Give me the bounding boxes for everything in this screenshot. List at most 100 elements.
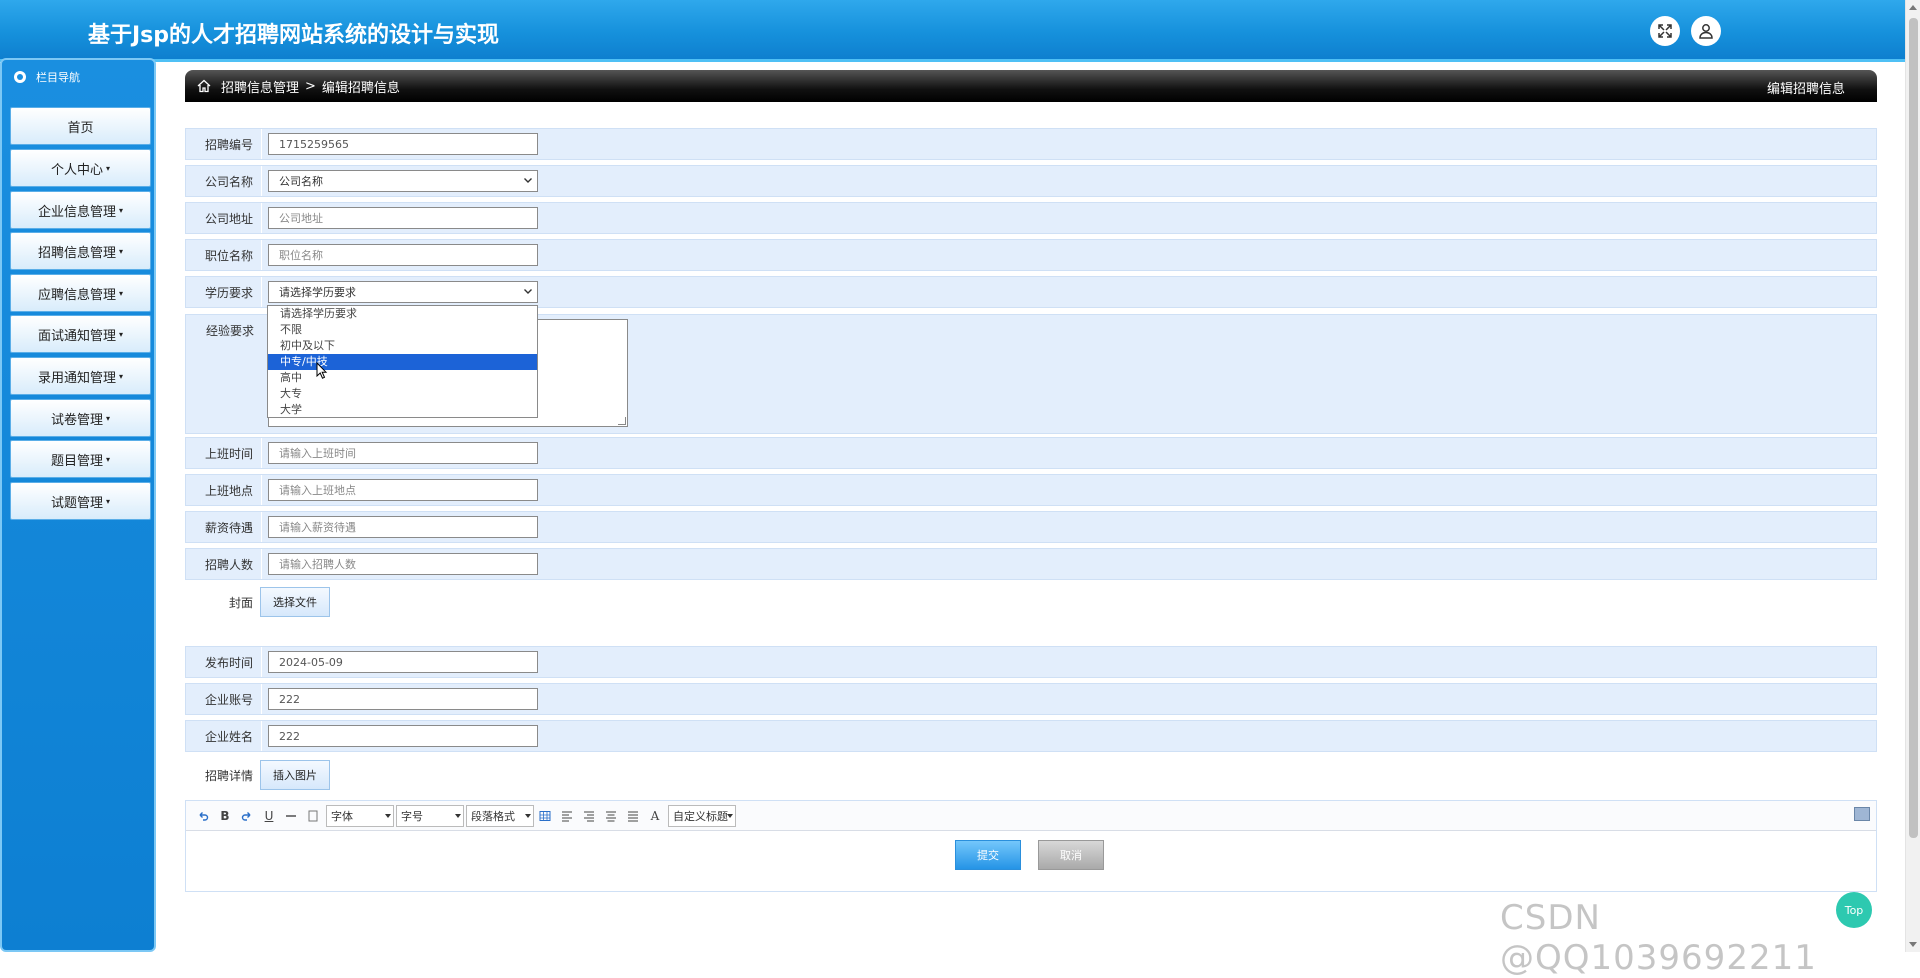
custom-title-select[interactable]: 自定义标题	[668, 804, 736, 827]
align-justify-icon[interactable]	[624, 807, 642, 825]
company-account-input[interactable]: 222	[268, 688, 538, 710]
underline-icon[interactable]: U	[260, 807, 278, 825]
education-select[interactable]: 请选择学历要求	[268, 281, 538, 303]
scrollbar-thumb[interactable]	[1909, 18, 1918, 838]
form-row-company-addr: 公司地址 公司地址	[185, 202, 1877, 234]
education-label: 学历要求	[186, 277, 262, 307]
form-row-salary: 薪资待遇 请输入薪资待遇	[185, 511, 1877, 543]
dropdown-option[interactable]: 大专	[268, 386, 537, 402]
sidebar-item-personal[interactable]: 个人中心 ▾	[10, 149, 151, 187]
mouse-cursor-icon	[316, 362, 328, 379]
editor-toolbar: B U 字体 字号 段落格式 A 自定义标题	[186, 801, 1876, 831]
document-icon[interactable]	[304, 807, 322, 825]
table-icon[interactable]	[536, 807, 554, 825]
caret-down-icon: ▾	[106, 496, 111, 506]
chevron-down-icon	[455, 813, 461, 818]
app-title: 基于Jsp的人才招聘网站系统的设计与实现	[88, 23, 500, 48]
sidebar-item-exam[interactable]: 试题管理 ▾	[10, 482, 151, 520]
breadcrumb-section[interactable]: 招聘信息管理	[221, 77, 299, 96]
education-dropdown-list[interactable]: 请选择学历要求 不限 初中及以下 中专/中技 高中 大专 大学	[267, 305, 538, 418]
vertical-scrollbar[interactable]	[1905, 0, 1920, 952]
page-title: 编辑招聘信息	[1766, 82, 1845, 97]
recruit-no-input[interactable]: 1715259565	[268, 133, 538, 155]
sidebar-item-question[interactable]: 题目管理 ▾	[10, 440, 151, 478]
form-row-company-person: 企业姓名 222	[185, 720, 1877, 752]
caret-down-icon: ▾	[106, 454, 111, 464]
choose-file-button[interactable]: 选择文件	[260, 587, 330, 617]
salary-label: 薪资待遇	[186, 512, 262, 542]
dropdown-option-highlighted[interactable]: 中专/中技	[268, 354, 537, 370]
company-name-select[interactable]: 公司名称	[268, 170, 538, 192]
rich-text-editor: B U 字体 字号 段落格式 A 自定义标题	[185, 800, 1877, 892]
user-button[interactable]	[1691, 16, 1721, 46]
align-right-icon[interactable]	[580, 807, 598, 825]
cover-label: 封面	[228, 595, 253, 610]
paragraph-format-select[interactable]: 段落格式	[466, 804, 534, 827]
caret-down-icon: ▾	[119, 371, 124, 381]
company-name-label: 公司名称	[186, 166, 262, 196]
align-left-icon[interactable]	[558, 807, 576, 825]
submit-button[interactable]: 提交	[955, 840, 1021, 870]
sidebar-item-paper[interactable]: 试卷管理 ▾	[10, 399, 151, 437]
chevron-down-icon	[524, 178, 532, 183]
sidebar-item-hire[interactable]: 录用通知管理 ▾	[10, 357, 151, 395]
dropdown-option[interactable]: 大学	[268, 402, 537, 418]
work-time-input[interactable]: 请输入上班时间	[268, 442, 538, 464]
form-row-details: 招聘详情 插入图片	[185, 758, 1877, 792]
company-account-label: 企业账号	[186, 684, 262, 714]
form-row-education: 学历要求 请选择学历要求	[185, 276, 1877, 308]
insert-image-button[interactable]: 插入图片	[260, 760, 330, 790]
form-row-position: 职位名称 职位名称	[185, 239, 1877, 271]
user-icon	[1699, 24, 1713, 39]
sidebar-item-interview[interactable]: 面试通知管理 ▾	[10, 315, 151, 353]
chevron-down-icon	[385, 813, 391, 818]
company-person-input[interactable]: 222	[268, 725, 538, 747]
font-family-select[interactable]: 字体	[326, 804, 394, 827]
breadcrumb-page: 编辑招聘信息	[321, 80, 400, 96]
fullscreen-editor-icon[interactable]	[1854, 807, 1870, 821]
sidebar: 栏目导航 首页 个人中心 ▾ 企业信息管理 ▾ 招聘信息管理 ▾ 应聘信息管理 ▾ 面试…	[0, 58, 156, 952]
sidebar-item-apply[interactable]: 应聘信息管理 ▾	[10, 274, 151, 312]
publish-time-input[interactable]: 2024-05-09	[268, 651, 538, 673]
salary-input[interactable]: 请输入薪资待遇	[268, 516, 538, 538]
bold-icon[interactable]: B	[216, 807, 234, 825]
font-color-icon[interactable]: A	[646, 807, 664, 825]
work-place-label: 上班地点	[186, 475, 262, 505]
form-row-headcount: 招聘人数 请输入招聘人数	[185, 548, 1877, 580]
cancel-button[interactable]: 取消	[1038, 840, 1104, 870]
recruit-no-label: 招聘编号	[186, 129, 262, 159]
form-row-company-name: 公司名称 公司名称	[185, 165, 1877, 197]
fullscreen-button[interactable]	[1650, 16, 1680, 46]
redo-icon[interactable]	[238, 807, 256, 825]
work-place-input[interactable]: 请输入上班地点	[268, 479, 538, 501]
headcount-input[interactable]: 请输入招聘人数	[268, 553, 538, 575]
font-size-select[interactable]: 字号	[396, 804, 464, 827]
resize-grip-icon[interactable]	[618, 417, 626, 425]
undo-icon[interactable]	[194, 807, 212, 825]
experience-label: 经验要求	[205, 323, 254, 338]
position-label: 职位名称	[186, 240, 262, 270]
form-row-company-account: 企业账号 222	[185, 683, 1877, 715]
align-center-icon[interactable]	[602, 807, 620, 825]
scroll-up-icon[interactable]	[1909, 5, 1917, 10]
form-row-work-time: 上班时间 请输入上班时间	[185, 437, 1877, 469]
work-time-label: 上班时间	[186, 438, 262, 468]
form-row-work-place: 上班地点 请输入上班地点	[185, 474, 1877, 506]
home-icon[interactable]	[197, 79, 211, 93]
caret-down-icon: ▾	[119, 288, 124, 298]
horizontal-rule-icon[interactable]	[282, 807, 300, 825]
position-input[interactable]: 职位名称	[268, 244, 538, 266]
caret-down-icon: ▾	[106, 163, 111, 173]
company-addr-input[interactable]: 公司地址	[268, 207, 538, 229]
headcount-label: 招聘人数	[186, 549, 262, 579]
sidebar-head: 栏目导航	[2, 60, 154, 94]
dropdown-option[interactable]: 初中及以下	[268, 338, 537, 354]
dropdown-option[interactable]: 高中	[268, 370, 537, 386]
app-header: 基于Jsp的人才招聘网站系统的设计与实现	[0, 0, 1905, 62]
dropdown-option[interactable]: 不限	[268, 322, 537, 338]
back-to-top-button[interactable]: Top	[1836, 892, 1872, 928]
sidebar-item-company[interactable]: 企业信息管理 ▾	[10, 191, 151, 229]
sidebar-item-recruit[interactable]: 招聘信息管理 ▾	[10, 232, 151, 270]
sidebar-item-home[interactable]: 首页	[10, 107, 151, 145]
dropdown-option[interactable]: 请选择学历要求	[268, 306, 537, 322]
